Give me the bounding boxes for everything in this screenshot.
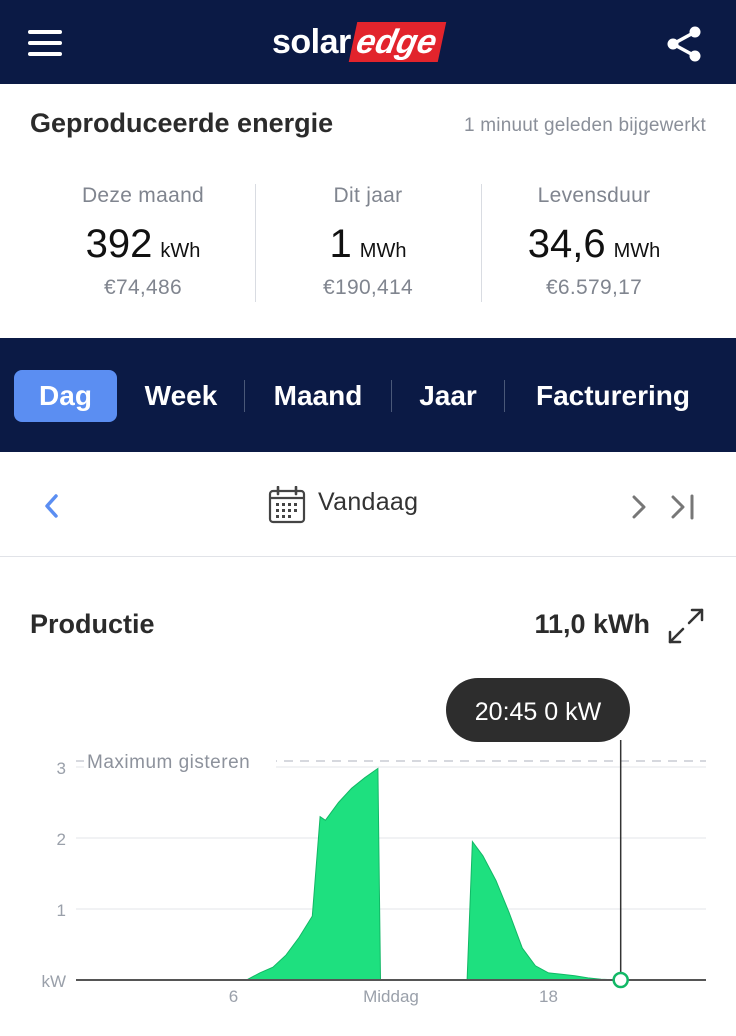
stat-revenue: €74,486 <box>103 276 182 299</box>
tab-divider <box>244 380 245 412</box>
stat-revenue: €6.579,17 <box>545 276 643 299</box>
y-tick-label: 1 <box>57 901 66 920</box>
stat-value: 1 <box>329 222 352 266</box>
y-tick-label: 2 <box>57 830 66 849</box>
skip-to-end-icon[interactable] <box>668 492 698 522</box>
logo-text-solar: solar <box>272 22 351 61</box>
tab-year[interactable]: Jaar <box>405 370 491 422</box>
x-tick-label: 18 <box>539 987 558 1006</box>
tooltip-text: 20:45 0 kW <box>475 698 602 726</box>
production-area <box>466 840 621 981</box>
chevron-left-icon[interactable] <box>40 490 64 522</box>
last-updated-text: 1 minuut geleden bijgewerkt <box>464 115 706 136</box>
calendar-icon[interactable] <box>268 486 306 524</box>
tab-day[interactable]: Dag <box>14 370 117 422</box>
stat-unit: kWh <box>160 240 201 262</box>
stat-this-year: Dit jaar 1 MWh €190,414 <box>255 184 481 300</box>
reference-line-label: Maximum gisteren <box>87 752 250 773</box>
stat-value: 34,6 <box>527 222 606 266</box>
stat-value: 392 <box>85 222 153 266</box>
stat-unit: MWh <box>359 240 407 262</box>
stat-label: Dit jaar <box>333 184 403 207</box>
y-unit-label: kW <box>41 972 66 991</box>
stat-revenue: €190,414 <box>323 276 413 299</box>
x-tick-label: 6 <box>229 987 238 1006</box>
tab-divider <box>391 380 392 412</box>
stat-this-month: Deze maand 392 kWh €74,486 <box>30 184 256 300</box>
tab-billing[interactable]: Facturering <box>522 370 704 422</box>
hamburger-menu-icon[interactable] <box>28 30 62 56</box>
solaredge-logo: solar edge <box>272 20 447 64</box>
tab-month[interactable]: Maand <box>262 370 374 422</box>
share-icon[interactable] <box>664 24 704 64</box>
stat-label: Deze maand <box>81 184 205 207</box>
tab-week[interactable]: Week <box>132 370 230 422</box>
production-area <box>246 767 382 981</box>
period-tabs: Dag Week Maand Jaar Facturering <box>0 338 736 452</box>
stat-label: Levensduur <box>537 184 651 207</box>
date-navigation: Vandaag <box>0 452 736 557</box>
tooltip-point <box>612 971 629 989</box>
top-bar: solar edge <box>0 0 736 84</box>
tab-divider <box>504 380 505 412</box>
production-title: Productie <box>30 609 155 639</box>
x-tick-label: Middag <box>363 987 419 1006</box>
date-label[interactable]: Vandaag <box>318 488 418 517</box>
logo-text-edge: edge <box>348 22 447 62</box>
stat-unit: MWh <box>613 240 661 262</box>
expand-icon[interactable] <box>666 606 706 646</box>
energy-section-title: Geproduceerde energie <box>30 108 334 138</box>
production-chart: 1 2 3 Maximum gisteren kW 6 Middag 18 20:45 0 kW <box>41 678 706 1006</box>
production-total: 11,0 kWh <box>534 609 650 639</box>
y-tick-label: 3 <box>57 759 66 778</box>
stat-lifetime: Levensduur 34,6 MWh €6.579,17 <box>481 184 707 300</box>
chevron-right-icon[interactable] <box>628 492 650 522</box>
